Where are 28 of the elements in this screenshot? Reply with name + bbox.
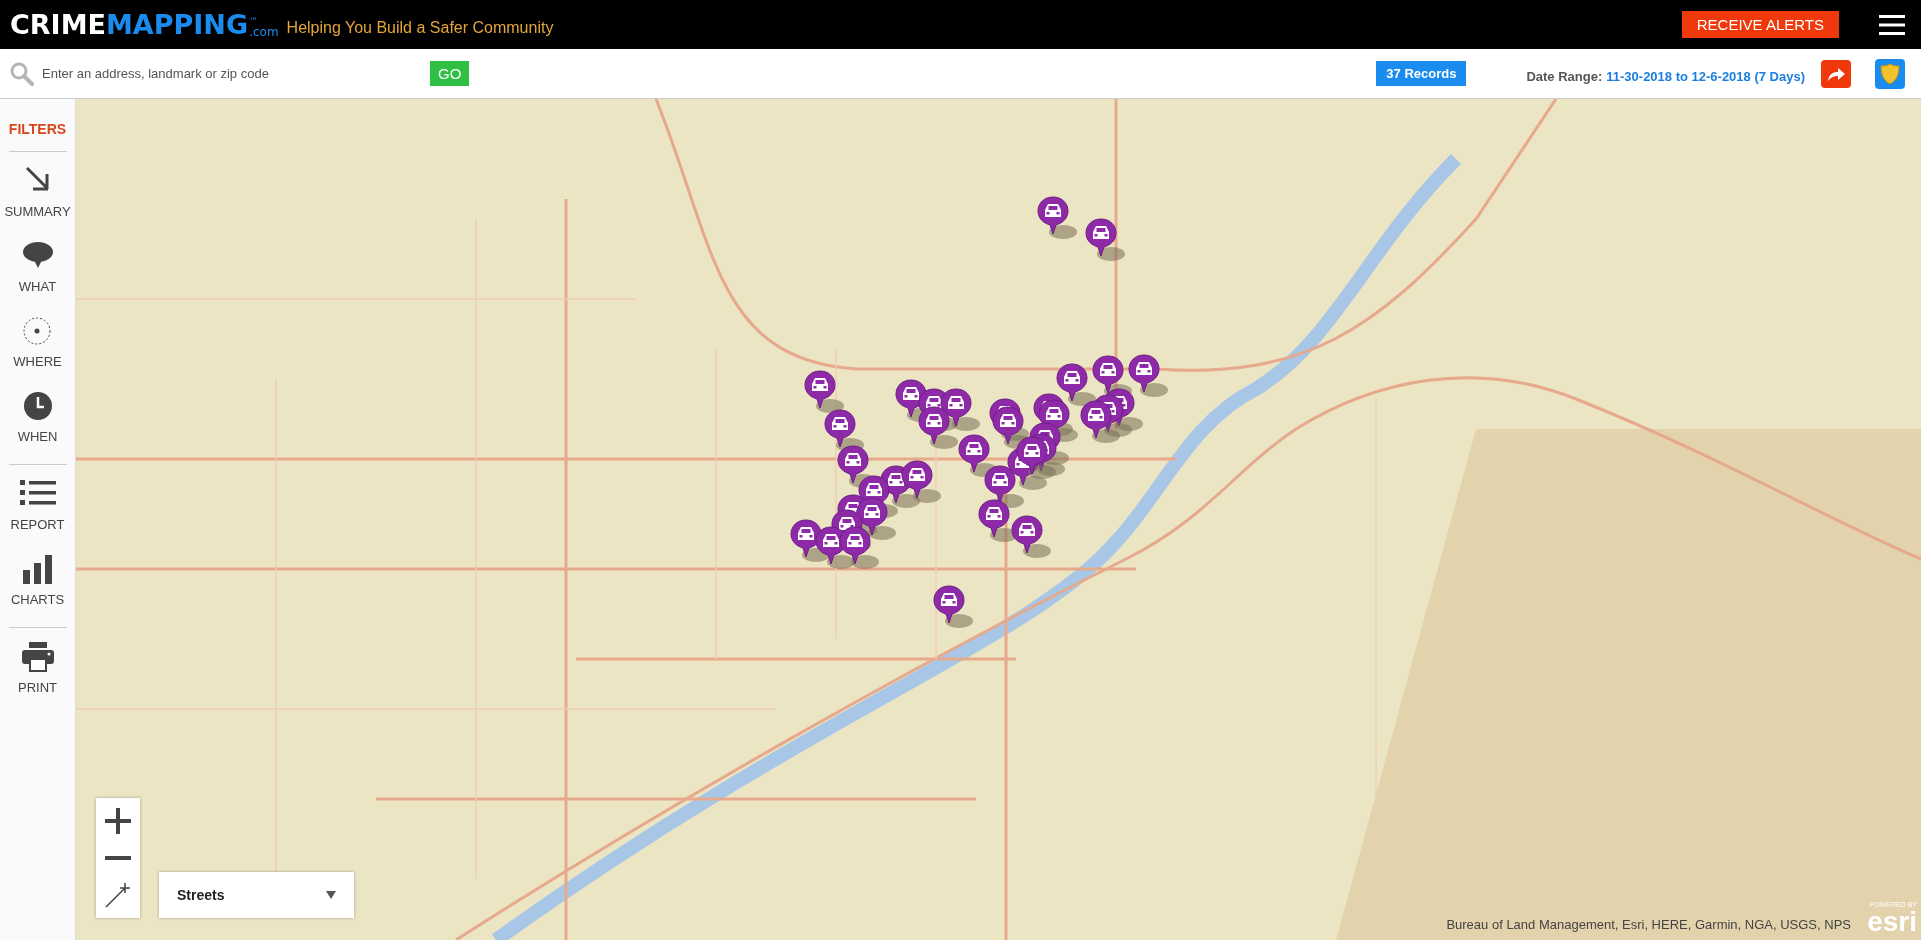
sidebar-item[interactable]: REPORT — [10, 475, 65, 536]
sidebar-item[interactable]: WHERE — [13, 312, 62, 373]
shield-icon — [1880, 62, 1900, 85]
search-icon — [10, 61, 34, 86]
zoom-in-icon[interactable] — [105, 808, 131, 834]
basemap-select[interactable]: Streets — [159, 872, 354, 918]
map-attribution: Bureau of Land Management, Esri, HERE, Garmin, NGA, USGS, NPS — [1446, 917, 1851, 932]
measure-icon[interactable] — [105, 882, 131, 908]
caret-icon — [326, 891, 336, 899]
agency-badge-button[interactable] — [1875, 58, 1905, 89]
sidebar-item[interactable]: WHAT — [18, 237, 57, 298]
sidebar-item[interactable]: PRINT — [18, 638, 57, 699]
share-button[interactable] — [1821, 59, 1851, 88]
filters-heading: FILTERS — [8, 121, 67, 137]
curved-arrow-icon — [1826, 65, 1846, 82]
menu-icon[interactable] — [1879, 14, 1905, 35]
clock-icon — [22, 391, 53, 421]
tagline: Helping You Build a Safer Community — [286, 18, 554, 37]
receive-alerts-button[interactable]: RECEIVE ALERTS — [1681, 11, 1839, 38]
sidebar-item[interactable]: CHARTS — [10, 550, 65, 611]
print-icon — [21, 642, 54, 672]
sidebar-item[interactable]: WHEN — [17, 387, 58, 448]
date-range-label: Date Range: — [1526, 69, 1603, 84]
dotted-circle-icon — [22, 316, 53, 346]
car-markers-drawing[interactable] — [789, 195, 1168, 630]
date-range-link[interactable]: 11-30-2018 to 12-6-2018 (7 Days) — [1606, 69, 1805, 84]
sidebar-item[interactable]: SUMMARY — [4, 162, 71, 223]
bar-chart-icon — [22, 554, 53, 584]
